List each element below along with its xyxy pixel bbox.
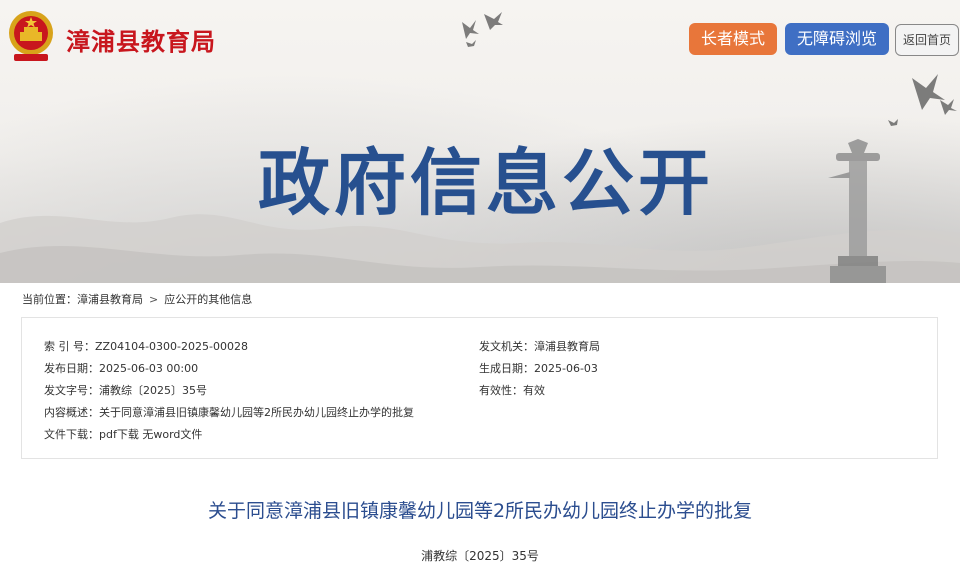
- summary-row: 内容概述：关于同意漳浦县旧镇康馨幼儿园等2所民办幼儿园终止办学的批复: [44, 404, 414, 420]
- generated-date-label: 生成日期：: [479, 362, 534, 375]
- banner-title: 政府信息公开: [258, 141, 715, 225]
- breadcrumb: 当前位置：漳浦县教育局 > 应公开的其他信息: [22, 291, 252, 307]
- elder-mode-button[interactable]: 长者模式: [689, 23, 778, 55]
- generated-date-row: 生成日期：2025-06-03: [479, 360, 598, 376]
- breadcrumb-item-home[interactable]: 漳浦县教育局: [77, 293, 143, 306]
- no-word-file-text: 无word文件: [142, 428, 203, 441]
- header-banner: 漳浦县教育局 长者模式 无障碍浏览 返回首页 政府信息公开: [0, 0, 960, 283]
- doc-number-label: 发文字号：: [44, 384, 99, 397]
- publish-date-row: 发布日期：2025-06-03 00:00: [44, 360, 198, 376]
- download-label: 文件下载：: [44, 428, 99, 441]
- huabiao-pillar-icon: [828, 139, 886, 283]
- index-number-value: ZZ04104-0300-2025-00028: [95, 340, 248, 353]
- bird-icon: [466, 40, 476, 47]
- breadcrumb-separator: >: [149, 293, 159, 306]
- breadcrumb-item-other-info[interactable]: 应公开的其他信息: [164, 293, 252, 306]
- article-title: 关于同意漳浦县旧镇康馨幼儿园等2所民办幼儿园终止办学的批复: [207, 500, 753, 522]
- validity-value: 有效: [523, 384, 545, 397]
- bird-icon: [940, 99, 957, 115]
- download-row: 文件下载：pdf下载 无word文件: [44, 426, 202, 442]
- pdf-download-link[interactable]: pdf下载: [99, 428, 139, 441]
- bird-icon: [484, 12, 503, 30]
- issuer-row: 发文机关：漳浦县教育局: [479, 338, 600, 354]
- index-number-row: 索 引 号：ZZ04104-0300-2025-00028: [44, 338, 248, 354]
- publish-date-label: 发布日期：: [44, 362, 99, 375]
- doc-number-row: 发文字号：浦教综〔2025〕35号: [44, 382, 207, 398]
- summary-label: 内容概述：: [44, 406, 99, 419]
- summary-value: 关于同意漳浦县旧镇康馨幼儿园等2所民办幼儿园终止办学的批复: [99, 406, 414, 419]
- document-metadata-box: 索 引 号：ZZ04104-0300-2025-00028 发文机关：漳浦县教育…: [21, 317, 938, 459]
- bird-icon: [462, 20, 479, 39]
- validity-label: 有效性：: [479, 384, 523, 397]
- accessible-browse-button[interactable]: 无障碍浏览: [785, 23, 890, 55]
- doc-number-value: 浦教综〔2025〕35号: [99, 384, 207, 397]
- index-number-label: 索 引 号：: [44, 340, 95, 353]
- breadcrumb-prefix: 当前位置：: [22, 293, 77, 306]
- return-home-button[interactable]: 返回首页: [895, 24, 960, 56]
- generated-date-value: 2025-06-03: [534, 362, 598, 375]
- issuer-label: 发文机关：: [479, 340, 534, 353]
- validity-row: 有效性：有效: [479, 382, 545, 398]
- bird-icon: [912, 74, 945, 110]
- issuer-value: 漳浦县教育局: [534, 340, 600, 353]
- publish-date-value: 2025-06-03 00:00: [99, 362, 199, 375]
- bird-icon: [888, 119, 898, 126]
- article-doc-number: 浦教综〔2025〕35号: [421, 549, 539, 563]
